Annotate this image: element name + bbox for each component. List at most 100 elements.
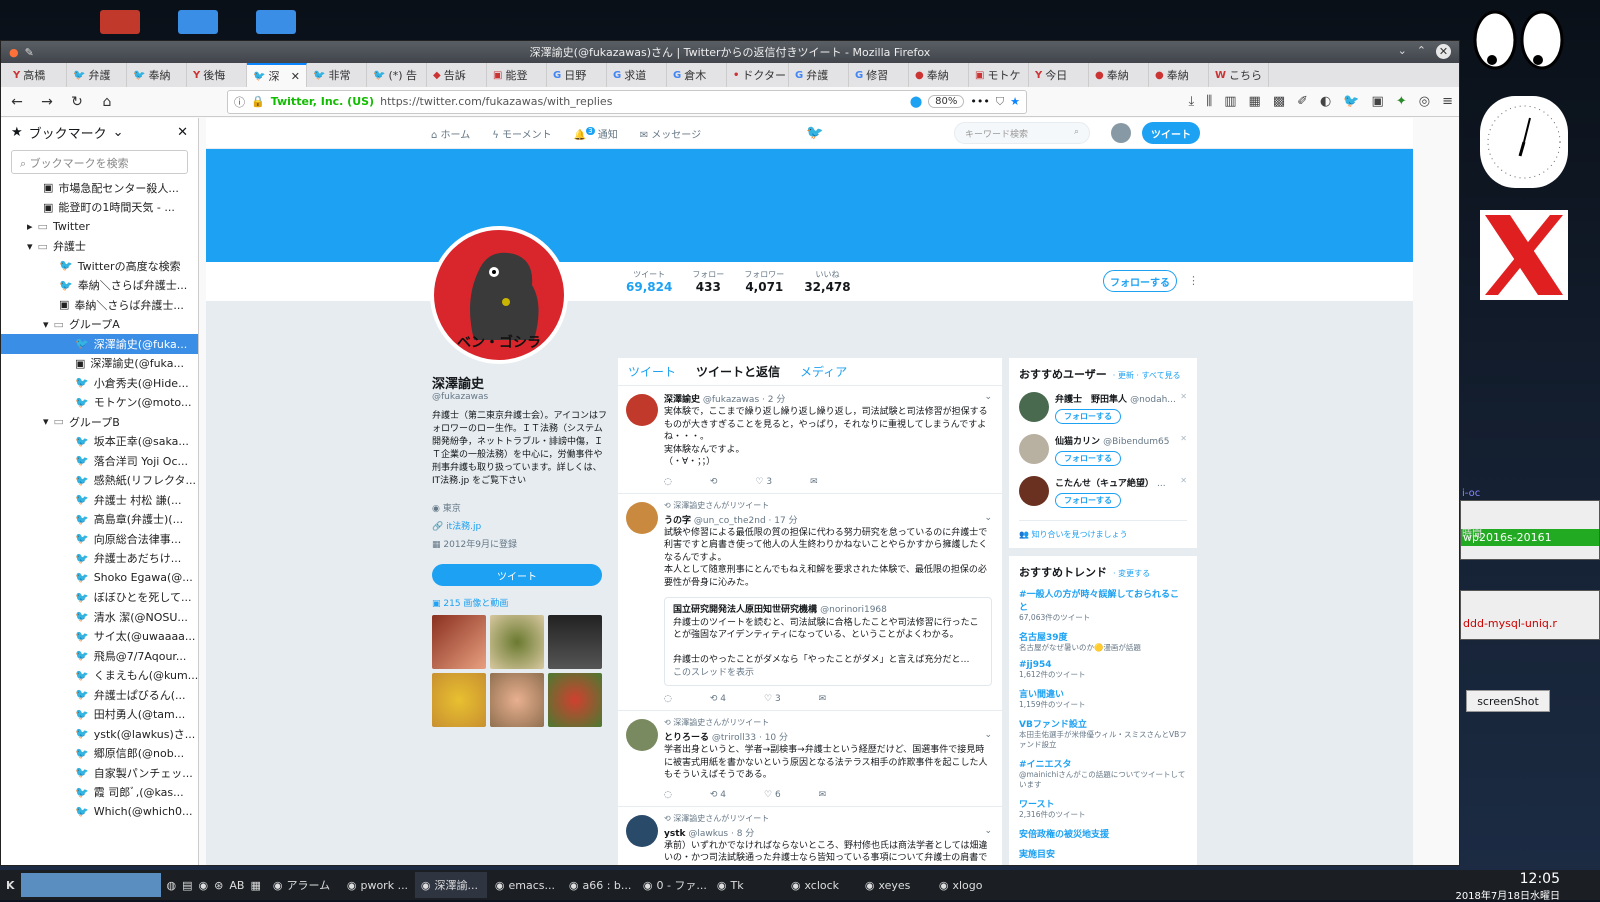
tweet-menu-icon[interactable]: ⌄ bbox=[984, 730, 992, 740]
suggested-follow-button[interactable]: フォローする bbox=[1055, 493, 1121, 508]
pocket-icon[interactable]: ⛉ bbox=[996, 95, 1004, 109]
bookmark-item[interactable]: ▣ 市場急配センター殺人... bbox=[1, 178, 198, 198]
pager[interactable] bbox=[20, 873, 161, 897]
bookmark-item[interactable]: 🐦 落合洋司 Yoji Oc... bbox=[1, 451, 198, 471]
tweet-time[interactable]: · 10 分 bbox=[759, 733, 788, 743]
launcher-icon-1[interactable]: ◍ bbox=[167, 879, 177, 892]
taskbar-item-2[interactable]: ◉ 深澤諭... bbox=[414, 872, 487, 898]
nav-moments[interactable]: ϟ モーメント bbox=[492, 126, 551, 141]
suggested-user-name[interactable]: 弁護士 野田隼人 @nodah... bbox=[1055, 392, 1176, 405]
stat-0[interactable]: ツイート 69,824 bbox=[626, 269, 672, 294]
bookmark-item[interactable]: 🐦 飛鳥@7/7Aqour... bbox=[1, 646, 198, 666]
like-icon[interactable]: ♡ 3 bbox=[764, 694, 781, 704]
launcher-icon-3[interactable]: ◉ bbox=[199, 879, 209, 892]
bookmark-item[interactable]: 🐦 高島章(弁護士)(... bbox=[1, 510, 198, 530]
stat-3[interactable]: いいね 32,478 bbox=[804, 269, 850, 294]
search-icon[interactable]: ⌕ bbox=[1074, 127, 1079, 137]
tab-18[interactable]: ● 奉納 bbox=[1089, 63, 1149, 87]
media-thumb[interactable] bbox=[548, 615, 602, 669]
who-to-follow-links[interactable]: · 更新 · すべて見る bbox=[1113, 370, 1181, 381]
tab-20[interactable]: W こちら bbox=[1209, 63, 1270, 87]
bookmark-item[interactable]: 🐦 奉納＼さらば弁護士... bbox=[1, 276, 198, 296]
bookmark-item[interactable]: 🐦 向原総合法律事... bbox=[1, 529, 198, 549]
extension-icon-1[interactable]: ▦ bbox=[1249, 94, 1261, 109]
profile-website-link[interactable]: it法務.jp bbox=[446, 522, 481, 532]
forward-icon[interactable]: → bbox=[37, 94, 57, 110]
find-friends-link[interactable]: 👥 知り合いを見つけましょう bbox=[1019, 520, 1187, 540]
taskbar-item-1[interactable]: ◉ pwork ... bbox=[341, 872, 413, 898]
trend-item[interactable]: #jj954 1,612件のツイート bbox=[1019, 660, 1187, 680]
bookmark-item[interactable]: 🐦 Twitterの高度な検索 bbox=[1, 256, 198, 276]
stat-2[interactable]: フォロワー 4,071 bbox=[744, 269, 784, 294]
suggested-user-name[interactable]: 仙猫カリン @Bibendum65 bbox=[1055, 434, 1169, 447]
tab-14[interactable]: G 修習 bbox=[849, 63, 909, 87]
bookmark-item[interactable]: 🐦 郷原信郎(@nob... bbox=[1, 744, 198, 764]
trend-item[interactable]: #一般人の方が時々誤解しておられること 67,063件のツイート bbox=[1019, 587, 1187, 623]
bookmark-item[interactable]: 🐦 霞 司郎ﾞ,(@kas... bbox=[1, 783, 198, 803]
trend-item[interactable]: 言い間違い 1,159件のツイート bbox=[1019, 687, 1187, 710]
bookmark-item[interactable]: 🐦 深澤諭史(@fuka... bbox=[1, 334, 198, 354]
twitter-search-input[interactable]: キーワード検索 ⌕ bbox=[954, 122, 1090, 144]
follow-button[interactable]: フォローする bbox=[1103, 270, 1177, 292]
reply-icon[interactable]: ◌ bbox=[664, 477, 672, 487]
taskbar-item-6[interactable]: ◉ Tk bbox=[711, 872, 783, 898]
tweet-avatar[interactable] bbox=[626, 501, 658, 534]
tab-0[interactable]: Y 高橋 bbox=[7, 63, 67, 87]
media-thumb[interactable] bbox=[548, 673, 602, 727]
taskbar-item-0[interactable]: ◉ アラーム bbox=[267, 872, 339, 898]
bookmark-item[interactable]: 🐦 坂本正幸(@saka... bbox=[1, 432, 198, 452]
twitter-ext-icon[interactable]: 🐦 bbox=[1343, 94, 1359, 109]
timeline-tab-2[interactable]: メディア bbox=[800, 363, 847, 380]
compose-tweet-button[interactable]: ツイート bbox=[1142, 122, 1200, 144]
suggested-user-name[interactable]: こたんせ（キュア絶望） ... bbox=[1055, 476, 1166, 489]
bookmark-search-input[interactable]: ⌕ ブックマークを検索 bbox=[11, 150, 188, 174]
tab-10[interactable]: G 求道 bbox=[607, 63, 667, 87]
taskbar-item-7[interactable]: ◉ xclock bbox=[785, 872, 857, 898]
bookmark-item[interactable]: ▾ ▭ 弁護士 bbox=[1, 237, 198, 257]
tweet-to-button[interactable]: ツイート bbox=[432, 564, 602, 586]
tweet-avatar[interactable] bbox=[626, 394, 658, 426]
bookmark-item[interactable]: ▾ ▭ グループB bbox=[1, 412, 198, 432]
like-icon[interactable]: ♡ 3 bbox=[755, 477, 772, 487]
close-sidebar-icon[interactable]: ✕ bbox=[177, 125, 188, 140]
tweet-menu-icon[interactable]: ⌄ bbox=[984, 392, 992, 402]
tab-16[interactable]: ▣ モトケ bbox=[969, 63, 1029, 87]
tab-13[interactable]: G 弁護 bbox=[789, 63, 849, 87]
sidebar-title[interactable]: ブックマーク bbox=[29, 123, 107, 142]
bookmark-item[interactable]: ▸ ▭ Twitter bbox=[1, 217, 198, 237]
tab-5[interactable]: 🐦 非常 bbox=[307, 63, 367, 87]
dm-icon[interactable]: ✉ bbox=[819, 790, 827, 800]
url-text[interactable]: https://twitter.com/fukazawas/with_repli… bbox=[380, 95, 904, 108]
media-link[interactable]: ▣ 215 画像と動画 bbox=[432, 596, 608, 609]
dm-icon[interactable]: ✉ bbox=[810, 477, 818, 487]
taskbar-item-5[interactable]: ◉ 0 - ファ... bbox=[637, 872, 709, 898]
stat-1[interactable]: フォロー 433 bbox=[692, 269, 724, 294]
suggested-follow-button[interactable]: フォローする bbox=[1055, 451, 1121, 466]
retweet-icon[interactable]: ⟲ 4 bbox=[710, 790, 726, 800]
tweet-time[interactable]: · 17 分 bbox=[769, 516, 798, 526]
tweet-author[interactable]: うの字 bbox=[664, 516, 691, 526]
trend-item[interactable]: 実施目安 bbox=[1019, 847, 1187, 860]
bookmark-item[interactable]: 🐦 ystk(@lawkus)さ... bbox=[1, 724, 198, 744]
system-clock[interactable]: 12:05 2018年7月18日水曜日 bbox=[1455, 871, 1560, 902]
trend-item[interactable]: VBファンド設立 本田圭佑選手が米俳優ウィル・スミスさんとVBファンド設立 bbox=[1019, 717, 1187, 750]
bookmark-item[interactable]: ▣ 能登町の1時間天気 - ... bbox=[1, 198, 198, 218]
minimize-icon[interactable]: ⌄ bbox=[1398, 44, 1407, 59]
launcher-icon-6[interactable]: ▦ bbox=[250, 879, 260, 892]
launcher-icon-2[interactable]: ▤ bbox=[182, 879, 192, 892]
library-icon[interactable]: ⫼ bbox=[1206, 94, 1212, 109]
trend-item[interactable]: 安倍政権の被災地支援 bbox=[1019, 827, 1187, 840]
background-window-2[interactable]: ddd-mysql-uniq.r bbox=[1460, 590, 1600, 640]
download-icon[interactable]: ⤓ bbox=[1188, 94, 1194, 109]
trend-item[interactable]: #イニエスタ @mainichiさんがこの話題についてツイートしています bbox=[1019, 757, 1187, 790]
menu-icon[interactable]: ≡ bbox=[1442, 94, 1453, 109]
media-thumb[interactable] bbox=[432, 615, 486, 669]
tab-1[interactable]: 🐦 弁護 bbox=[67, 63, 127, 87]
timeline-tab-1[interactable]: ツイートと返信 bbox=[696, 363, 780, 380]
dismiss-icon[interactable]: ✕ bbox=[1180, 476, 1187, 485]
expand-arrow-icon[interactable]: ▾ bbox=[27, 240, 33, 253]
launcher-icon-4[interactable]: ⊛ bbox=[214, 879, 223, 892]
expand-arrow-icon[interactable]: ▾ bbox=[43, 415, 49, 428]
chevron-down-icon[interactable]: ⌄ bbox=[113, 125, 124, 140]
tweet-time[interactable]: · 2 分 bbox=[762, 395, 785, 405]
